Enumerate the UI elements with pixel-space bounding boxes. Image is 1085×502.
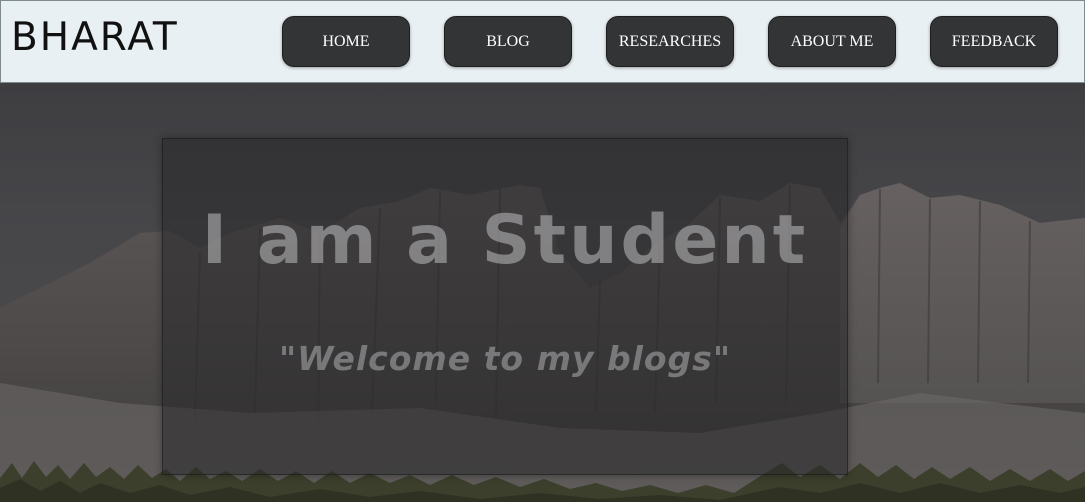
hero-overlay-panel: I am a Student "Welcome to my blogs": [162, 138, 848, 475]
nav-researches-button[interactable]: RESEARCHES: [606, 16, 734, 67]
site-header: BHARAT HOME BLOG RESEARCHES ABOUT ME FEE…: [0, 0, 1085, 83]
nav-about-me-button[interactable]: ABOUT ME: [768, 16, 896, 67]
main-nav: HOME BLOG RESEARCHES ABOUT ME FEEDBACK: [1, 16, 1084, 67]
hero-tagline: "Welcome to my blogs": [278, 339, 732, 378]
hero-headline: I am a Student: [201, 201, 809, 280]
nav-blog-button[interactable]: BLOG: [444, 16, 572, 67]
nav-feedback-button[interactable]: FEEDBACK: [930, 16, 1058, 67]
nav-home-button[interactable]: HOME: [282, 16, 410, 67]
hero-section: I am a Student "Welcome to my blogs": [0, 83, 1085, 502]
